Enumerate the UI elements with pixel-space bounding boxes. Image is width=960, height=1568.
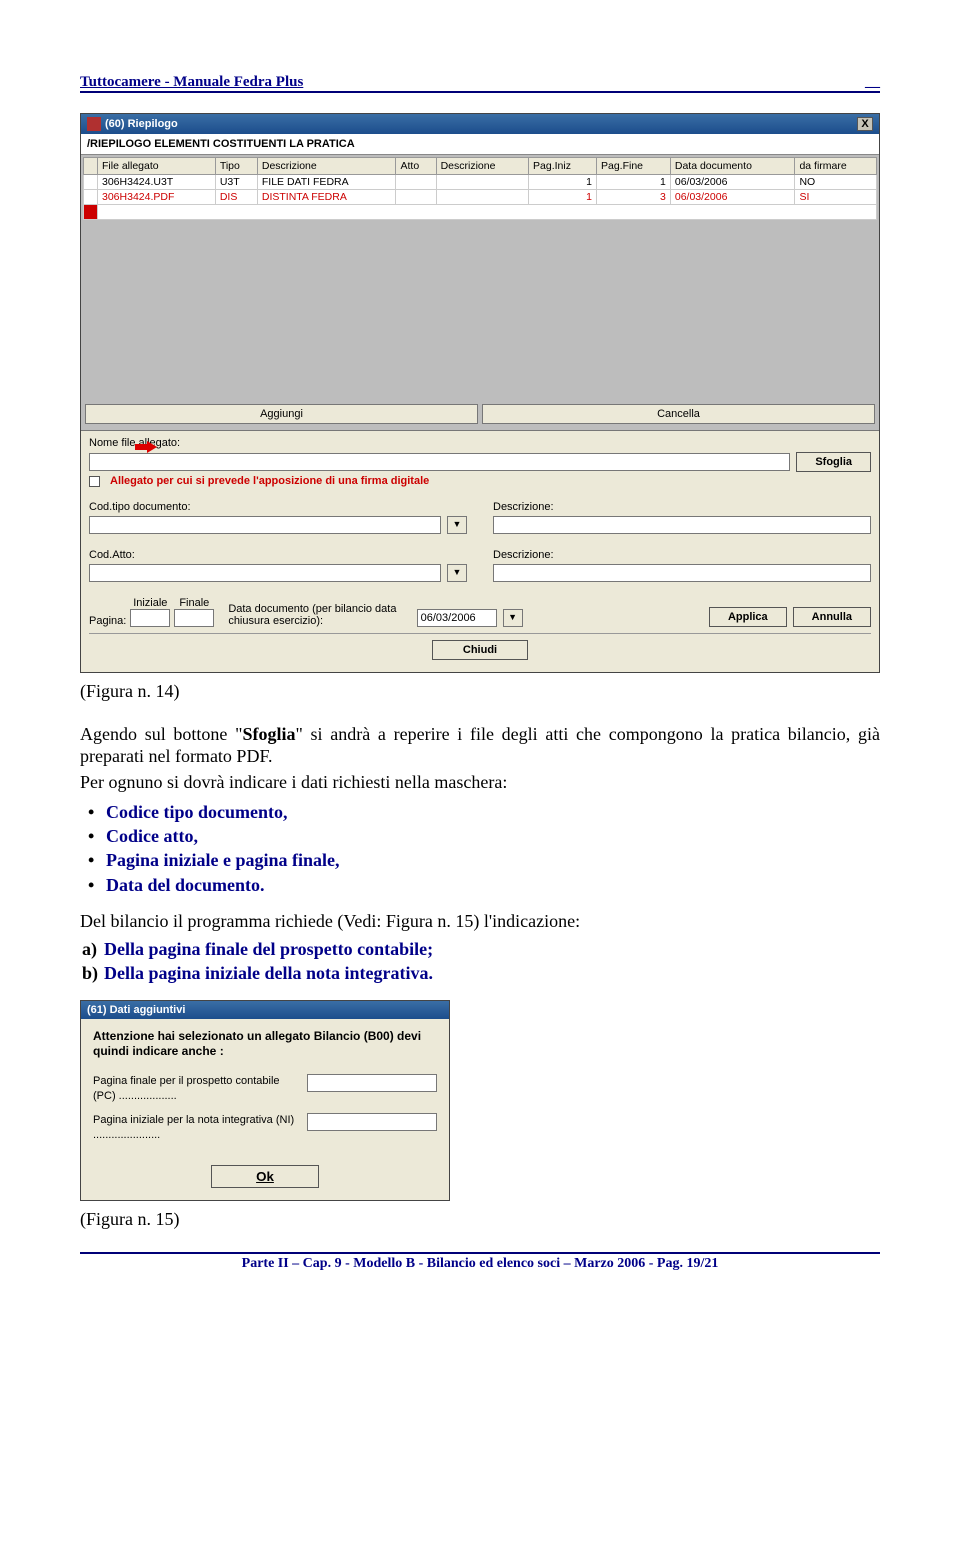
window-titlebar: (60) Riepilogo X [81,114,879,134]
page-header: Tuttocamere - Manuale Fedra Plus __ [80,70,880,93]
page-footer: Parte II – Cap. 9 - Modello B - Bilancio… [80,1256,880,1272]
chevron-down-icon[interactable]: ▼ [503,609,523,627]
body-text: Agendo sul bottone "Sfoglia" si andrà a … [80,724,880,768]
pagina-finale-pc-label: Pagina finale per il prospetto contabile… [93,1074,301,1104]
bullet-list: Codice tipo documento, Codice atto, Pagi… [80,800,880,897]
app-icon [87,117,101,131]
attachments-table: File allegato Tipo Descrizione Atto Desc… [83,157,877,220]
pagina-finale-pc-input[interactable] [307,1074,437,1092]
cod-atto-label: Cod.Atto: [89,549,467,561]
pagina-iniziale-ni-label: Pagina iniziale per la nota integrativa … [93,1113,301,1143]
table-header-row: File allegato Tipo Descrizione Atto Desc… [84,158,877,175]
pagina-finale-input[interactable] [174,609,214,627]
table-row[interactable] [84,205,877,220]
firma-digitale-checkbox[interactable] [89,476,100,487]
list-item: a)Della pagina finale del prospetto cont… [104,937,880,961]
body-text: Per ognuno si dovrà indicare i dati rich… [80,772,880,794]
footer-divider [80,1252,880,1254]
cod-tipo-input[interactable] [89,516,441,534]
figure-caption: (Figura n. 14) [80,681,880,702]
riepilogo-window: (60) Riepilogo X /RIEPILOGO ELEMENTI COS… [80,113,880,673]
table-empty-area [83,220,877,400]
red-arrow-icon [135,441,157,453]
chevron-down-icon[interactable]: ▼ [447,516,467,534]
list-item: b)Della pagina iniziale della nota integ… [104,961,880,985]
header-link[interactable]: __ [865,74,880,90]
header-left: Tuttocamere - Manuale Fedra Plus [80,74,303,91]
dialog-message: Attenzione hai selezionato un allegato B… [93,1029,437,1060]
figure-caption: (Figura n. 15) [80,1209,880,1230]
sub-header: /RIEPILOGO ELEMENTI COSTITUENTI LA PRATI… [81,134,879,155]
nome-file-input[interactable] [89,453,790,471]
cancella-button[interactable]: Cancella [482,404,875,424]
applica-button[interactable]: Applica [709,607,787,627]
list-item: Data del documento. [84,873,880,897]
data-doc-input[interactable] [417,609,497,627]
chevron-down-icon[interactable]: ▼ [447,564,467,582]
descrizione-input[interactable] [493,516,871,534]
close-icon[interactable]: X [857,117,873,131]
table-row[interactable]: 306H3424.U3T U3T FILE DATI FEDRA 1 1 06/… [84,175,877,190]
sfoglia-button[interactable]: Sfoglia [796,452,871,472]
list-item: Codice atto, [84,824,880,848]
window-title: (60) Riepilogo [105,118,178,130]
cod-atto-input[interactable] [89,564,441,582]
table-row[interactable]: 306H3424.PDF DIS DISTINTA FEDRA 1 3 06/0… [84,190,877,205]
cod-tipo-label: Cod.tipo documento: [89,501,467,513]
form-area: Nome file allegato: Sfoglia Allegato per… [81,430,879,672]
pagina-iniziale-input[interactable] [130,609,170,627]
iniziale-label: Iniziale [130,597,170,609]
chiudi-button[interactable]: Chiudi [432,640,528,660]
body-text: Del bilancio il programma richiede (Vedi… [80,911,880,933]
ok-button[interactable]: Ok [211,1165,319,1188]
descrizione2-input[interactable] [493,564,871,582]
list-item: Pagina iniziale e pagina finale, [84,848,880,872]
firma-digitale-label: Allegato per cui si prevede l'apposizion… [110,475,429,487]
descrizione-label: Descrizione: [493,501,871,513]
dati-aggiuntivi-dialog: (61) Dati aggiuntivi Attenzione hai sele… [80,1000,450,1202]
data-doc-label: Data documento (per bilancio data chiusu… [228,603,398,627]
list-item: Codice tipo documento, [84,800,880,824]
ordered-list: a)Della pagina finale del prospetto cont… [80,937,880,986]
aggiungi-button[interactable]: Aggiungi [85,404,478,424]
nome-file-label: Nome file allegato: [89,437,871,449]
pagina-iniziale-ni-input[interactable] [307,1113,437,1131]
pagina-label: Pagina: [89,615,126,627]
annulla-button[interactable]: Annulla [793,607,871,627]
dialog-title: (61) Dati aggiuntivi [81,1001,449,1019]
descrizione2-label: Descrizione: [493,549,871,561]
finale-label: Finale [174,597,214,609]
